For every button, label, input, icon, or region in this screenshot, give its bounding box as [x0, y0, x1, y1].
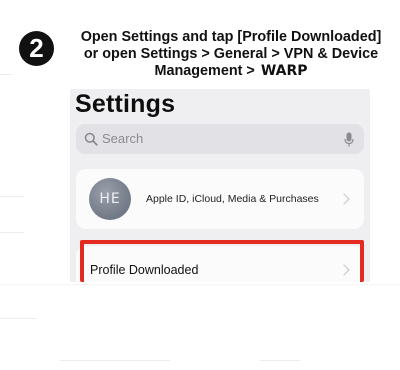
search-input[interactable]: Search	[76, 124, 364, 154]
instruction-line-2: or open Settings > General > VPN & Devic…	[83, 46, 379, 62]
microphone-icon[interactable]	[344, 132, 354, 147]
chevron-right-icon	[338, 193, 350, 205]
instruction-line-1: Open Settings and tap [Profile Downloade…	[80, 29, 382, 45]
step-instruction: Open Settings and tap [Profile Downloade…	[62, 29, 400, 80]
step-number-badge: 2	[19, 31, 54, 66]
apple-id-label: Apple ID, iCloud, Media & Purchases	[146, 193, 319, 205]
divider	[0, 232, 24, 233]
page-title: Settings	[75, 90, 176, 118]
divider	[260, 360, 300, 361]
divider	[0, 74, 12, 75]
instruction-line-3: Management > WARP	[62, 63, 400, 80]
instruction-line-3-text: Management >	[154, 63, 255, 79]
divider	[0, 284, 400, 285]
search-placeholder: Search	[102, 131, 144, 146]
instruction-warp: WARP	[260, 63, 308, 79]
search-icon	[84, 132, 98, 146]
apple-id-row[interactable]: HE Apple ID, iCloud, Media & Purchases	[76, 169, 364, 229]
divider	[60, 360, 170, 361]
divider	[0, 318, 36, 319]
highlight-box	[80, 240, 364, 282]
avatar: HE	[89, 178, 131, 220]
divider	[0, 196, 24, 197]
